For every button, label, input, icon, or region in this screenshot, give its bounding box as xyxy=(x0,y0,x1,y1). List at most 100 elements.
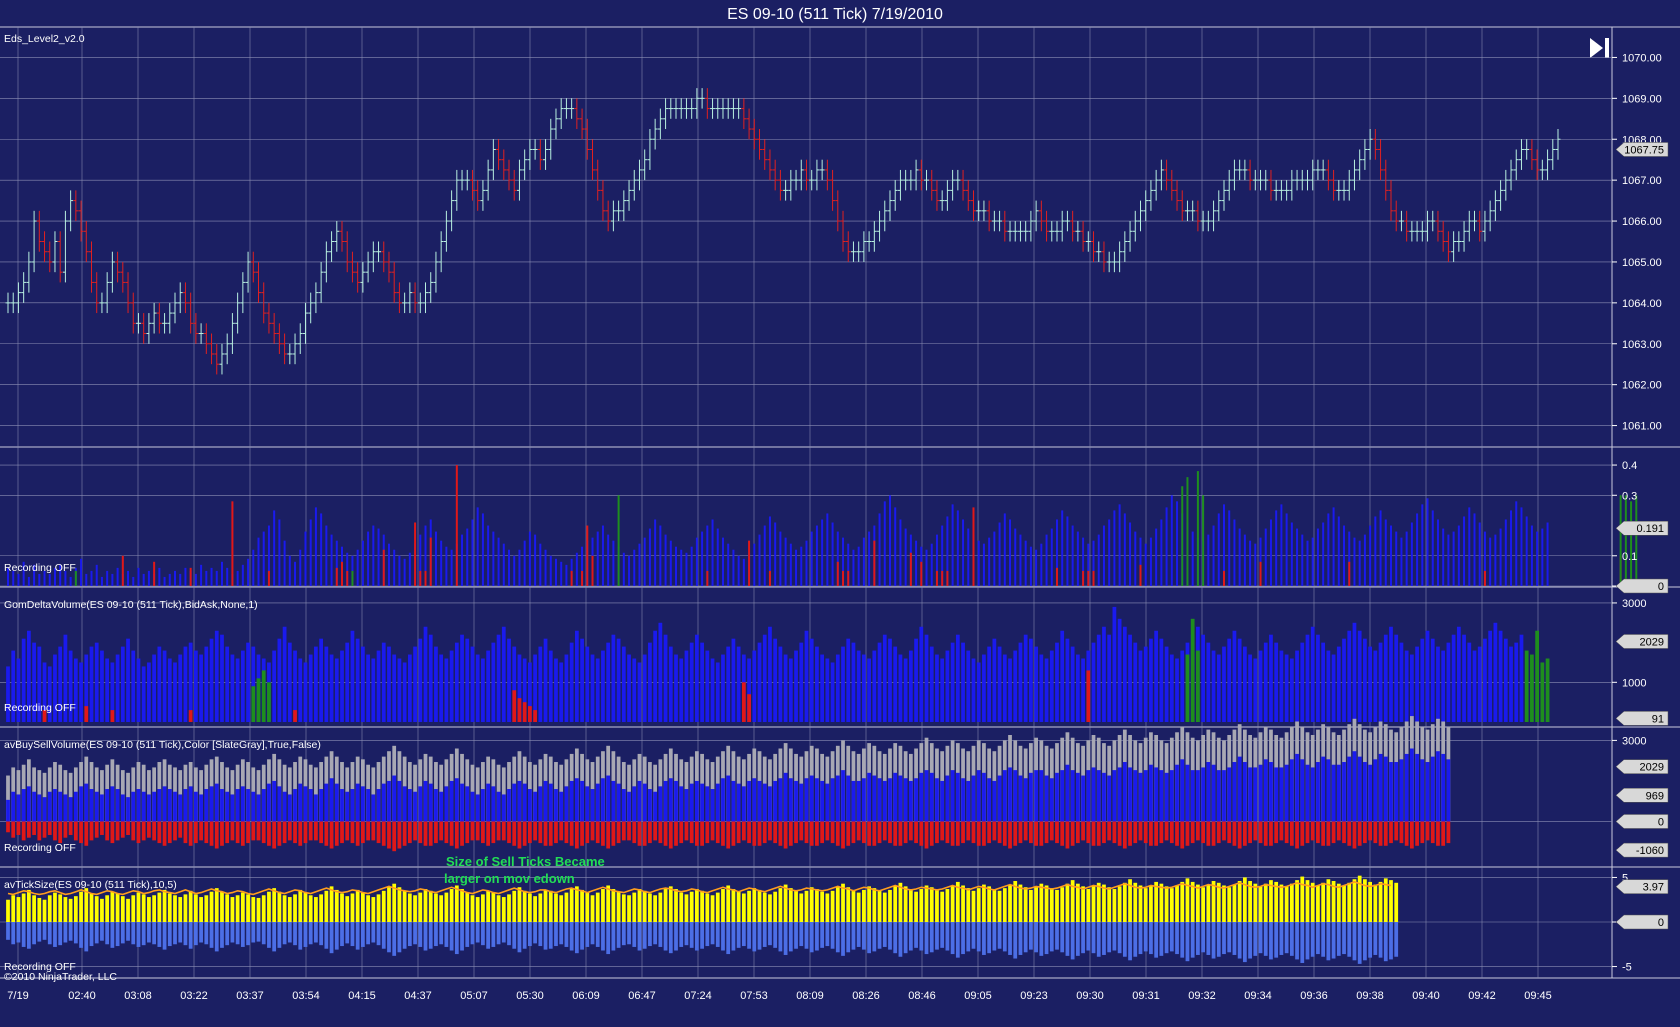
volume-bar xyxy=(230,794,235,822)
volume-bar xyxy=(517,821,522,849)
volume-bar xyxy=(705,922,710,947)
volume-bar xyxy=(1149,764,1153,822)
volume-bar xyxy=(977,540,980,586)
volume-bar xyxy=(888,922,892,950)
volume-bar xyxy=(908,889,913,922)
volume-bar xyxy=(1259,561,1262,586)
volume-bar xyxy=(867,886,871,922)
volume-bar xyxy=(596,531,599,586)
volume-bar xyxy=(1039,654,1044,722)
volume-bar xyxy=(115,893,120,922)
price-last-value-callout-text: 1067.75 xyxy=(1624,144,1664,156)
y-tick-label: 1000 xyxy=(1622,677,1646,689)
volume-bar xyxy=(142,573,145,586)
volume-bar xyxy=(1216,882,1221,922)
annotation-line-1: Size of Sell Ticks Became xyxy=(446,854,605,869)
volume-bar xyxy=(115,789,120,822)
volume-bar xyxy=(1102,922,1106,955)
volume-bar xyxy=(304,531,307,586)
volume-bar xyxy=(6,899,10,922)
volume-bar xyxy=(778,646,783,722)
volume-bar xyxy=(496,922,501,945)
volume-bar xyxy=(120,821,125,838)
volume-bar xyxy=(1154,821,1159,846)
volume-bar xyxy=(768,786,772,822)
volume-bar xyxy=(768,894,772,922)
volume-bar xyxy=(601,922,605,951)
volume-bar xyxy=(53,922,57,947)
volume-bar xyxy=(282,626,287,722)
volume-bar xyxy=(690,546,693,586)
volume-bar xyxy=(1211,922,1216,959)
volume-bar xyxy=(246,642,250,722)
volume-bar xyxy=(298,922,303,950)
volume-bar xyxy=(230,897,235,922)
volume-bar xyxy=(1279,650,1284,722)
volume-bar xyxy=(152,922,157,945)
volume-bar xyxy=(1196,770,1200,822)
volume-bar xyxy=(856,892,861,922)
volume-bar xyxy=(548,922,553,949)
volume-bar xyxy=(105,922,110,945)
volume-bar xyxy=(481,513,484,586)
volume-bar xyxy=(1175,764,1179,822)
volume-bar xyxy=(1451,634,1456,722)
volume-bar xyxy=(1415,821,1419,846)
volume-bar xyxy=(491,892,496,922)
volume-bar xyxy=(736,821,741,844)
volume-bar xyxy=(757,889,762,922)
volume-bar xyxy=(1029,889,1033,922)
buy-sell-value-callout: 0 xyxy=(1615,814,1669,829)
volume-bar xyxy=(867,658,871,722)
volume-bar xyxy=(340,650,344,722)
volume-bar xyxy=(131,791,136,822)
volume-bar xyxy=(1274,767,1279,822)
volume-bar xyxy=(716,528,719,586)
volume-bar xyxy=(465,786,470,822)
volume-bar xyxy=(277,922,282,948)
volume-bar xyxy=(157,821,162,844)
volume-bar xyxy=(497,537,500,586)
volume-bar xyxy=(209,891,214,922)
volume-bar xyxy=(470,646,475,722)
volume-bar xyxy=(1034,887,1038,922)
volume-bar xyxy=(63,821,68,838)
volume-bar xyxy=(240,650,245,722)
volume-bar xyxy=(381,922,386,949)
volume-bar xyxy=(85,573,88,586)
volume-bar xyxy=(1310,821,1315,841)
volume-bar xyxy=(1369,525,1372,586)
volume-bar xyxy=(16,794,21,822)
volume-bar xyxy=(590,922,595,945)
volume-bar xyxy=(522,783,527,822)
volume-bar xyxy=(548,890,553,922)
volume-bar xyxy=(366,654,370,722)
volume-bar xyxy=(1416,513,1419,586)
volume-bar xyxy=(653,791,658,822)
volume-bar xyxy=(512,690,517,722)
volume-bar xyxy=(1029,638,1033,722)
volume-bar xyxy=(340,789,344,822)
volume-bar xyxy=(538,922,543,947)
volume-bar xyxy=(815,525,818,586)
volume-bar xyxy=(11,922,16,945)
volume-bar xyxy=(407,654,412,722)
volume-bar xyxy=(794,780,798,822)
volume-bar xyxy=(465,892,470,922)
volume-bar xyxy=(508,549,511,586)
volume-bar xyxy=(872,922,877,952)
chart-canvas[interactable]: ES 09-10 (511 Tick) 7/19/2010 Eds_Level2… xyxy=(0,0,1680,1027)
volume-bar xyxy=(799,922,804,947)
volume-bar xyxy=(856,780,861,822)
volume-bar xyxy=(1284,886,1289,922)
volume-bar xyxy=(997,775,1002,822)
volume-bar xyxy=(1504,519,1507,586)
volume-bar xyxy=(1363,534,1366,586)
volume-bar xyxy=(381,783,386,822)
volume-bar xyxy=(945,821,950,844)
volume-bar xyxy=(247,558,250,586)
volume-bar xyxy=(26,821,31,838)
volume-bar xyxy=(1008,922,1012,955)
volume-bar xyxy=(105,658,110,722)
volume-bar xyxy=(768,570,771,586)
